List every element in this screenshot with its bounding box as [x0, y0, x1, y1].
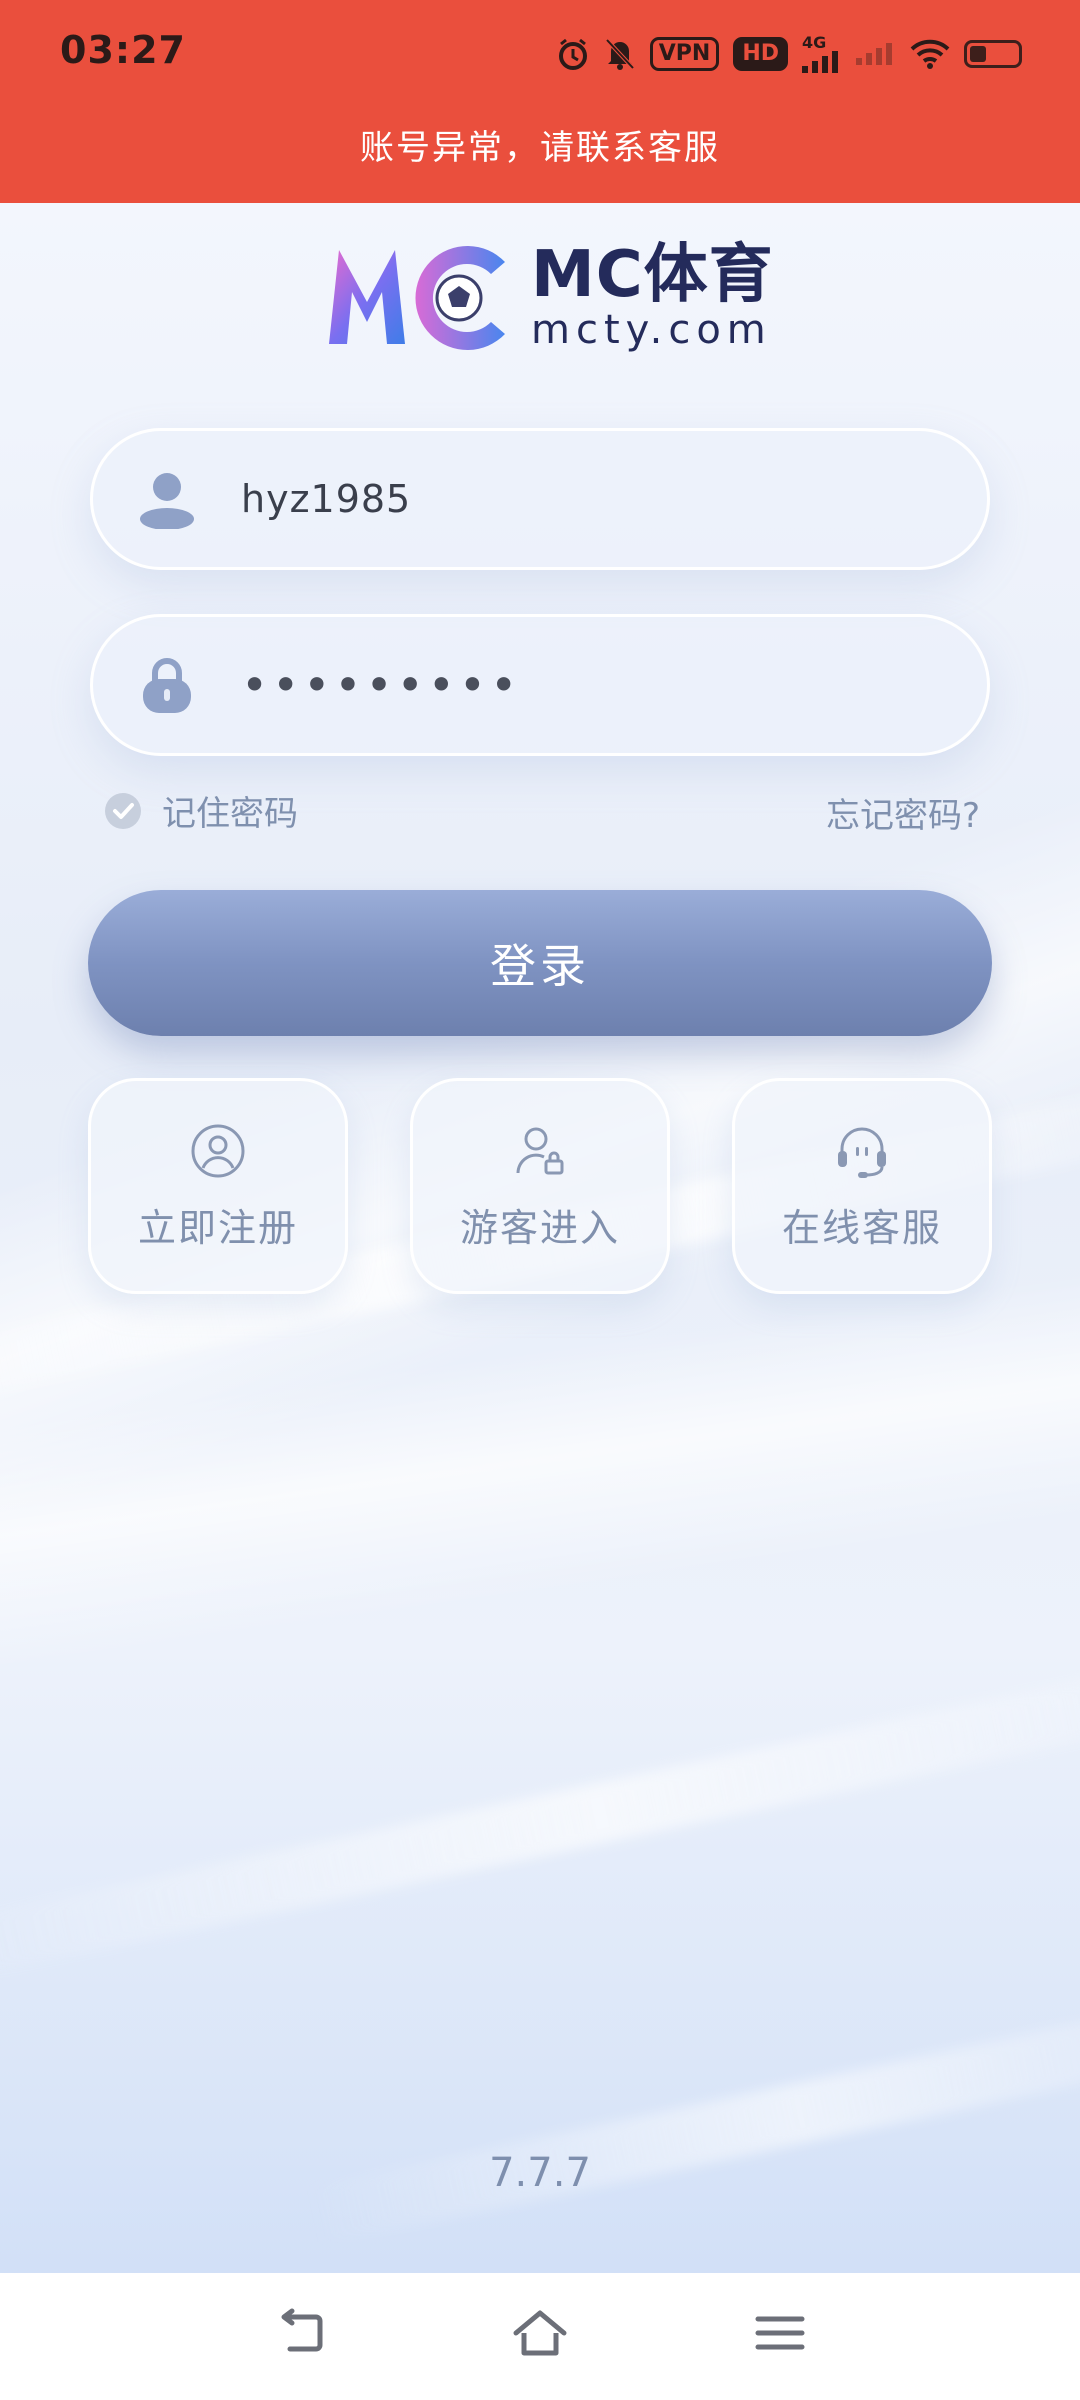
mc-logo-icon [329, 246, 505, 350]
top-banner: 03:27 VPN HD 4G 账号异常，请联系客服 [0, 0, 1080, 203]
guest-login-label: 游客进入 [459, 1206, 620, 1250]
login-button[interactable]: 登录 [88, 890, 992, 1036]
signal-weak-icon [856, 43, 896, 65]
system-nav-bar [0, 2273, 1080, 2400]
brand-logo: MC体育 mcty.com [325, 240, 774, 350]
lock-icon [143, 658, 191, 713]
account-alert-message: 账号异常，请联系客服 [360, 128, 720, 168]
status-icons: VPN HD 4G [556, 30, 1022, 78]
battery-icon [964, 40, 1022, 68]
guest-user-icon [516, 1127, 564, 1175]
home-icon[interactable] [510, 2303, 570, 2363]
app-version: 7.7.7 [489, 2150, 591, 2196]
mute-icon [604, 37, 636, 71]
username-field[interactable]: hyz1985 [90, 428, 990, 570]
guest-login-button[interactable]: 游客进入 [410, 1078, 670, 1294]
check-circle-icon[interactable] [104, 792, 142, 830]
register-label: 立即注册 [137, 1206, 298, 1250]
user-icon [140, 473, 194, 529]
username-input[interactable]: hyz1985 [241, 477, 411, 521]
user-circle-icon [191, 1124, 245, 1178]
brand-domain: mcty.com [531, 307, 772, 353]
vpn-icon: VPN [649, 37, 720, 71]
hd-icon: HD [733, 37, 788, 71]
wifi-icon [910, 39, 950, 69]
customer-service-button[interactable]: 在线客服 [732, 1078, 992, 1294]
forgot-password-link[interactable]: 忘记密码? [826, 788, 980, 837]
brand-name: MC体育 [531, 238, 774, 312]
remember-password-toggle[interactable]: 记住密码 [104, 786, 298, 835]
password-field[interactable]: ••••••••• [90, 614, 990, 756]
background-streak [0, 1638, 1080, 1988]
back-icon[interactable] [272, 2303, 332, 2363]
register-button[interactable]: 立即注册 [88, 1078, 348, 1294]
headset-icon [838, 1127, 886, 1178]
alarm-icon [556, 37, 590, 71]
background-streak [304, 1979, 1080, 2247]
signal-4g-icon: 4G [802, 35, 842, 73]
remember-password-label: 记住密码 [162, 794, 298, 834]
menu-icon[interactable] [750, 2303, 810, 2363]
status-time: 03:27 [60, 28, 186, 72]
customer-service-label: 在线客服 [781, 1206, 942, 1250]
password-input[interactable]: ••••••••• [241, 658, 521, 712]
